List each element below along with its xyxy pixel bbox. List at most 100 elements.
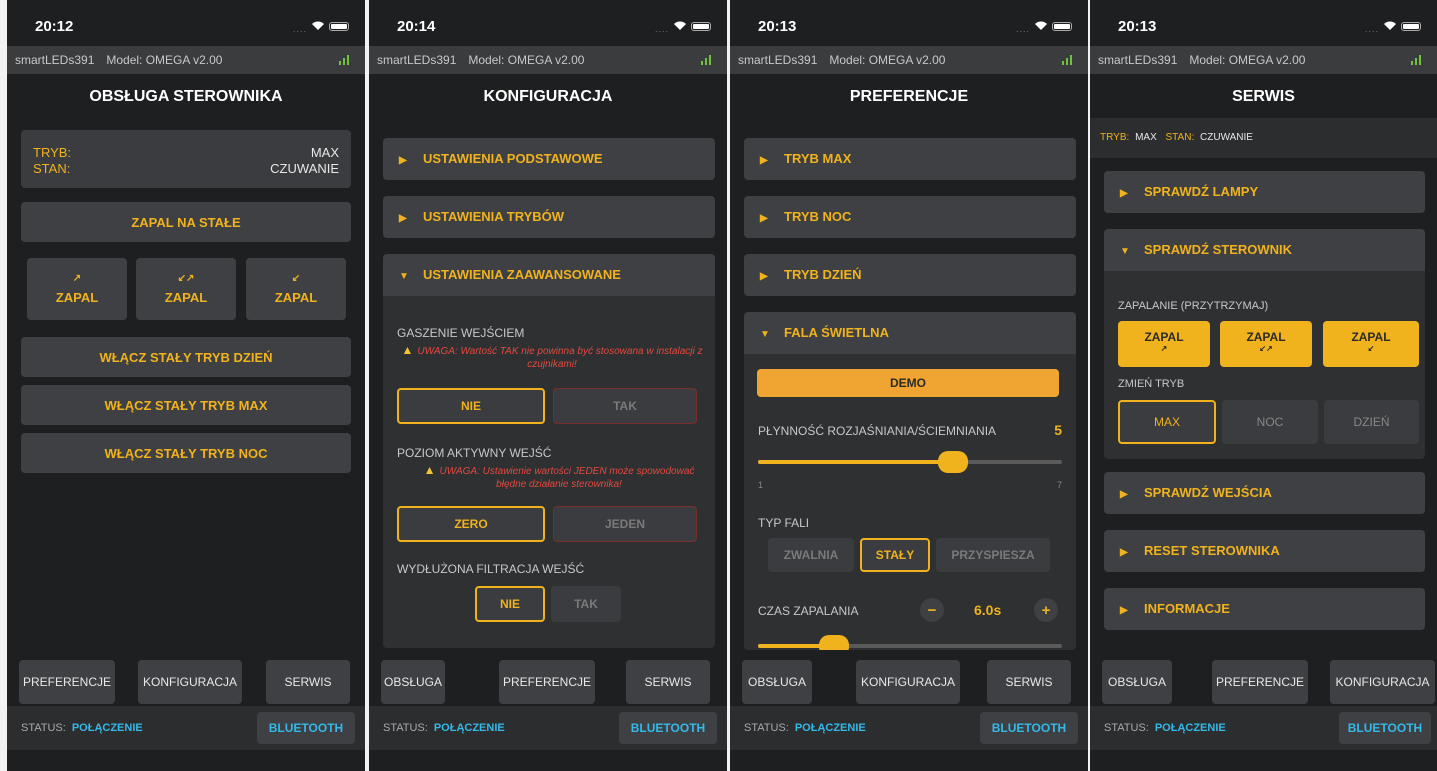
przyspiesza-option[interactable]: PRZYSPIESZA xyxy=(936,538,1050,572)
accordion-reset-sterownika[interactable]: ▶ RESET STEROWNIKA xyxy=(1104,530,1425,572)
tryb-max-button[interactable]: WŁĄCZ STAŁY TRYB MAX xyxy=(21,385,351,425)
nav-obsluga[interactable]: OBSŁUGA xyxy=(381,660,445,704)
expand-arrow-icon: ▶ xyxy=(1120,547,1128,558)
filtracja-nie-option[interactable]: NIE xyxy=(475,586,545,622)
signal-strength-icon xyxy=(1062,55,1074,65)
stan-value: CZUWANIE xyxy=(1200,132,1253,143)
bluetooth-button[interactable]: BLUETOOTH xyxy=(1339,712,1431,744)
device-bar: smartLEDs391 Model: OMEGA v2.00 xyxy=(369,46,727,74)
accordion-tryb-dzien[interactable]: ▶ TRYB DZIEŃ xyxy=(744,254,1076,296)
stan-label: STAN: xyxy=(33,161,71,176)
nav-konfiguracja[interactable]: KONFIGURACJA xyxy=(856,660,960,704)
accordion-sprawdz-wejscia[interactable]: ▶ SPRAWDŹ WEJŚCIA xyxy=(1104,472,1425,514)
accordion-tryb-max[interactable]: ▶ TRYB MAX xyxy=(744,138,1076,180)
screen-preferencje: 20:13 .... smartLEDs391 Model: OMEGA v2.0… xyxy=(730,0,1088,771)
accordion-sprawdz-lampy[interactable]: ▶ SPRAWDŹ LAMPY xyxy=(1104,171,1425,213)
wifi-icon xyxy=(674,21,686,30)
signal-dots-icon: .... xyxy=(292,24,307,34)
accordion-label: INFORMACJE xyxy=(1144,601,1230,616)
zapal-label: ZAPAL xyxy=(55,290,99,305)
zapal-label: ZAPAL xyxy=(164,290,208,305)
accordion-label: SPRAWDŹ WEJŚCIA xyxy=(1144,485,1272,500)
zapal-button-2[interactable]: ZAPAL ↙↗ xyxy=(1220,321,1312,367)
mode-dzien-option[interactable]: DZIEŃ xyxy=(1324,400,1419,444)
status-bar: 20:12 .... xyxy=(7,0,365,46)
accordion-ustawienia-podstawowe[interactable]: ▶ USTAWIENIA PODSTAWOWE xyxy=(383,138,715,180)
accordion-label: SPRAWDŹ LAMPY xyxy=(1144,184,1259,199)
connection-status: STATUS: POŁĄCZENIE xyxy=(21,722,143,734)
slider-min-label: 1 xyxy=(758,480,764,490)
device-name: smartLEDs391 xyxy=(377,53,457,67)
gaszenie-nie-option[interactable]: NIE xyxy=(397,388,545,424)
gaszenie-tak-option[interactable]: TAK xyxy=(553,388,697,424)
nav-obsluga[interactable]: OBSŁUGA xyxy=(742,660,812,704)
nav-konfiguracja[interactable]: KONFIGURACJA xyxy=(138,660,242,704)
status-bar: 20:13 .... xyxy=(1090,0,1437,46)
filtracja-tak-option[interactable]: TAK xyxy=(551,586,621,622)
collapse-arrow-icon: ▼ xyxy=(1120,246,1130,257)
nav-serwis[interactable]: SERWIS xyxy=(266,660,350,704)
plynnosc-label: PŁYNNOŚĆ ROZJAŚNIANIA/ŚCIEMNIANIA xyxy=(758,424,997,438)
status-label: STATUS: xyxy=(1104,722,1149,734)
accordion-tryb-noc[interactable]: ▶ TRYB NOC xyxy=(744,196,1076,238)
clock: 20:13 xyxy=(758,18,797,35)
plus-icon[interactable]: + xyxy=(1034,598,1058,622)
bluetooth-button[interactable]: BLUETOOTH xyxy=(257,712,355,744)
nav-preferencje[interactable]: PREFERENCJE xyxy=(1212,660,1308,704)
zapal-na-stale-button[interactable]: ZAPAL NA STAŁE xyxy=(21,202,351,242)
zapal-button-3[interactable]: ZAPAL ↙ xyxy=(1323,321,1419,367)
signal-strength-icon xyxy=(339,55,351,65)
poziom-zero-option[interactable]: ZERO xyxy=(397,506,545,542)
zapal-button-2[interactable]: ↙↗ ZAPAL xyxy=(136,258,236,320)
demo-button[interactable]: DEMO xyxy=(757,369,1059,397)
nav-obsluga[interactable]: OBSŁUGA xyxy=(1102,660,1172,704)
zapal-button-3[interactable]: ↙ ZAPAL xyxy=(246,258,346,320)
expand-arrow-icon: ▶ xyxy=(1120,188,1128,199)
mode-noc-option[interactable]: NOC xyxy=(1222,400,1318,444)
expand-arrow-icon: ▶ xyxy=(399,155,407,166)
tryb-label: TRYB: xyxy=(1100,132,1130,143)
accordion-fala-swietlna[interactable]: ▼ FALA ŚWIETLNA xyxy=(744,312,1076,354)
device-model: Model: OMEGA v2.00 xyxy=(1189,53,1306,67)
zapal-button-1[interactable]: ZAPAL ↗ xyxy=(1118,321,1210,367)
signal-dots-icon: .... xyxy=(1015,24,1030,34)
czas-slider[interactable] xyxy=(758,635,1062,657)
tryb-dzien-button[interactable]: WŁĄCZ STAŁY TRYB DZIEŃ xyxy=(21,337,351,377)
warning-message: UWAGA: Wartość TAK nie powinna być stoso… xyxy=(417,346,703,370)
tryb-noc-button[interactable]: WŁĄCZ STAŁY TRYB NOC xyxy=(21,433,351,473)
accordion-sprawdz-sterownik[interactable]: ▼ SPRAWDŹ STEROWNIK xyxy=(1104,229,1425,271)
accordion-label: SPRAWDŹ STEROWNIK xyxy=(1144,242,1293,257)
nav-preferencje[interactable]: PREFERENCJE xyxy=(499,660,595,704)
accordion-label: USTAWIENIA TRYBÓW xyxy=(423,209,565,224)
slider-thumb[interactable] xyxy=(937,451,968,473)
clock: 20:13 xyxy=(1118,18,1157,35)
state-panel: TRYB: STAN: MAX CZUWANIE xyxy=(21,130,351,188)
poziom-jeden-option[interactable]: JEDEN xyxy=(553,506,697,542)
plynnosc-slider[interactable] xyxy=(758,451,1062,473)
status-value: POŁĄCZENIE xyxy=(433,722,505,734)
arrow-up-right-icon: ↗ xyxy=(72,273,82,284)
bluetooth-button[interactable]: BLUETOOTH xyxy=(980,712,1078,744)
stan-value: CZUWANIE xyxy=(270,161,339,176)
accordion-label: TRYB DZIEŃ xyxy=(784,267,862,282)
tryb-value: MAX xyxy=(1135,132,1157,143)
status-label: STATUS: xyxy=(383,722,428,734)
accordion-label: RESET STEROWNIKA xyxy=(1144,543,1280,558)
accordion-ustawienia-zaawansowane[interactable]: ▼ USTAWIENIA ZAAWANSOWANE xyxy=(383,254,715,296)
zapal-button-1[interactable]: ↗ ZAPAL xyxy=(27,258,127,320)
mode-max-option[interactable]: MAX xyxy=(1118,400,1216,444)
nav-serwis[interactable]: SERWIS xyxy=(987,660,1071,704)
bluetooth-button[interactable]: BLUETOOTH xyxy=(619,712,717,744)
stan-label: STAN: xyxy=(1165,132,1195,143)
accordion-ustawienia-trybow[interactable]: ▶ USTAWIENIA TRYBÓW xyxy=(383,196,715,238)
minus-icon[interactable]: − xyxy=(920,598,944,622)
accordion-informacje[interactable]: ▶ INFORMACJE xyxy=(1104,588,1425,630)
nav-serwis[interactable]: SERWIS xyxy=(626,660,710,704)
staly-option[interactable]: STAŁY xyxy=(860,538,930,572)
accordion-label: TRYB MAX xyxy=(784,151,852,166)
screen-konfiguracja: 20:14 .... smartLEDs391 Model: OMEGA v2.0… xyxy=(369,0,727,771)
nav-preferencje[interactable]: PREFERENCJE xyxy=(19,660,115,704)
nav-konfiguracja[interactable]: KONFIGURACJA xyxy=(1330,660,1435,704)
arrows-both-icon: ↙↗ xyxy=(177,273,195,284)
zwalnia-option[interactable]: ZWALNIA xyxy=(768,538,854,572)
